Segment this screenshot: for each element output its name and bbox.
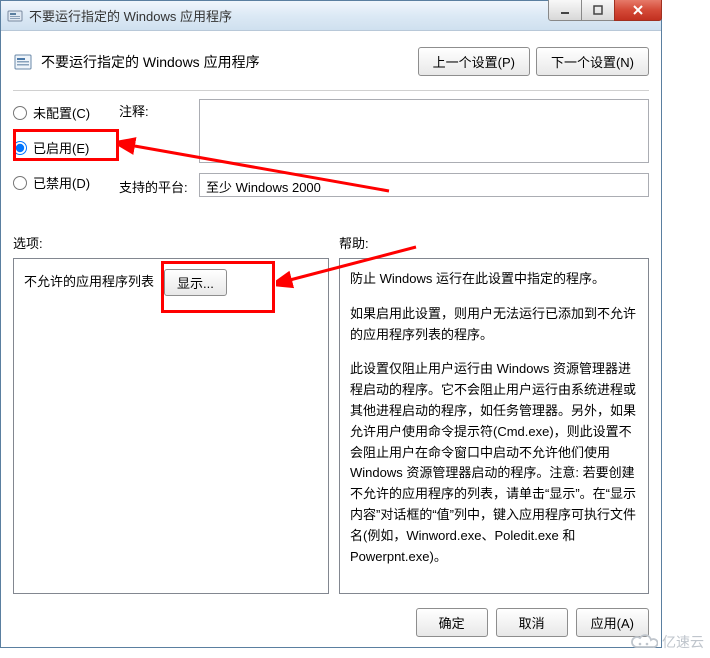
header-row: 不要运行指定的 Windows 应用程序 上一个设置(P) 下一个设置(N)	[13, 41, 649, 90]
platform-row: 支持的平台: 至少 Windows 2000	[119, 173, 649, 197]
window-title: 不要运行指定的 Windows 应用程序	[29, 6, 232, 25]
dialog-window: 不要运行指定的 Windows 应用程序	[0, 0, 662, 648]
titlebar: 不要运行指定的 Windows 应用程序	[1, 1, 661, 31]
help-paragraph: 如果启用此设置，则用户无法运行已添加到不允许的应用程序列表的程序。	[350, 304, 638, 346]
comment-label: 注释:	[119, 99, 191, 163]
close-button[interactable]	[614, 0, 662, 21]
page-title: 不要运行指定的 Windows 应用程序	[41, 52, 418, 72]
radio-enabled[interactable]: 已启用(E)	[13, 138, 119, 157]
radio-enabled-input[interactable]	[13, 141, 27, 155]
next-setting-button[interactable]: 下一个设置(N)	[536, 47, 649, 76]
cancel-button[interactable]: 取消	[496, 608, 568, 637]
comment-row: 注释:	[119, 99, 649, 163]
cloud-icon	[630, 633, 658, 651]
radio-disabled[interactable]: 已禁用(D)	[13, 173, 119, 192]
radio-not-configured-input[interactable]	[13, 106, 27, 120]
show-button[interactable]: 显示...	[164, 269, 227, 296]
radio-group: 未配置(C) 已启用(E) 已禁用(D)	[13, 99, 119, 197]
fields-column: 注释: 支持的平台: 至少 Windows 2000	[119, 99, 649, 197]
disallowed-list-row: 不允许的应用程序列表 显示...	[24, 269, 318, 296]
watermark-text: 亿速云	[662, 632, 704, 652]
divider	[13, 90, 649, 91]
options-pane: 不允许的应用程序列表 显示...	[13, 258, 329, 594]
config-row: 未配置(C) 已启用(E) 已禁用(D) 注释: 支持的平台:	[13, 99, 649, 197]
minimize-button[interactable]	[548, 0, 582, 21]
panes: 不允许的应用程序列表 显示... 防止 Windows 运行在此设置中指定的程序…	[13, 258, 649, 594]
watermark: 亿速云	[630, 632, 704, 652]
dialog-footer: 确定 取消 应用(A)	[416, 608, 649, 637]
radio-not-configured-label: 未配置(C)	[33, 103, 90, 122]
nav-buttons: 上一个设置(P) 下一个设置(N)	[418, 47, 649, 76]
radio-disabled-label: 已禁用(D)	[33, 173, 90, 192]
comment-input[interactable]	[199, 99, 649, 163]
maximize-button[interactable]	[581, 0, 615, 21]
minimize-icon	[560, 5, 570, 15]
app-icon	[7, 8, 23, 24]
section-labels: 选项: 帮助:	[13, 233, 649, 252]
help-section-label: 帮助:	[339, 233, 369, 252]
radio-not-configured[interactable]: 未配置(C)	[13, 103, 119, 122]
help-paragraph: 此设置仅阻止用户运行由 Windows 资源管理器进程启动的程序。它不会阻止用户…	[350, 359, 638, 567]
help-paragraph: 防止 Windows 运行在此设置中指定的程序。	[350, 269, 638, 290]
close-icon	[632, 4, 644, 16]
help-pane: 防止 Windows 运行在此设置中指定的程序。 如果启用此设置，则用户无法运行…	[339, 258, 649, 594]
maximize-icon	[593, 5, 603, 15]
radio-enabled-label: 已启用(E)	[33, 138, 89, 157]
supported-platform: 至少 Windows 2000	[199, 173, 649, 197]
platform-label: 支持的平台:	[119, 175, 191, 196]
previous-setting-button[interactable]: 上一个设置(P)	[418, 47, 530, 76]
radio-disabled-input[interactable]	[13, 176, 27, 190]
window-controls	[549, 0, 662, 21]
policy-icon	[13, 52, 33, 72]
disallowed-list-label: 不允许的应用程序列表	[24, 272, 154, 293]
ok-button[interactable]: 确定	[416, 608, 488, 637]
options-section-label: 选项:	[13, 233, 339, 252]
client-area: 不要运行指定的 Windows 应用程序 上一个设置(P) 下一个设置(N) 未…	[1, 31, 661, 604]
